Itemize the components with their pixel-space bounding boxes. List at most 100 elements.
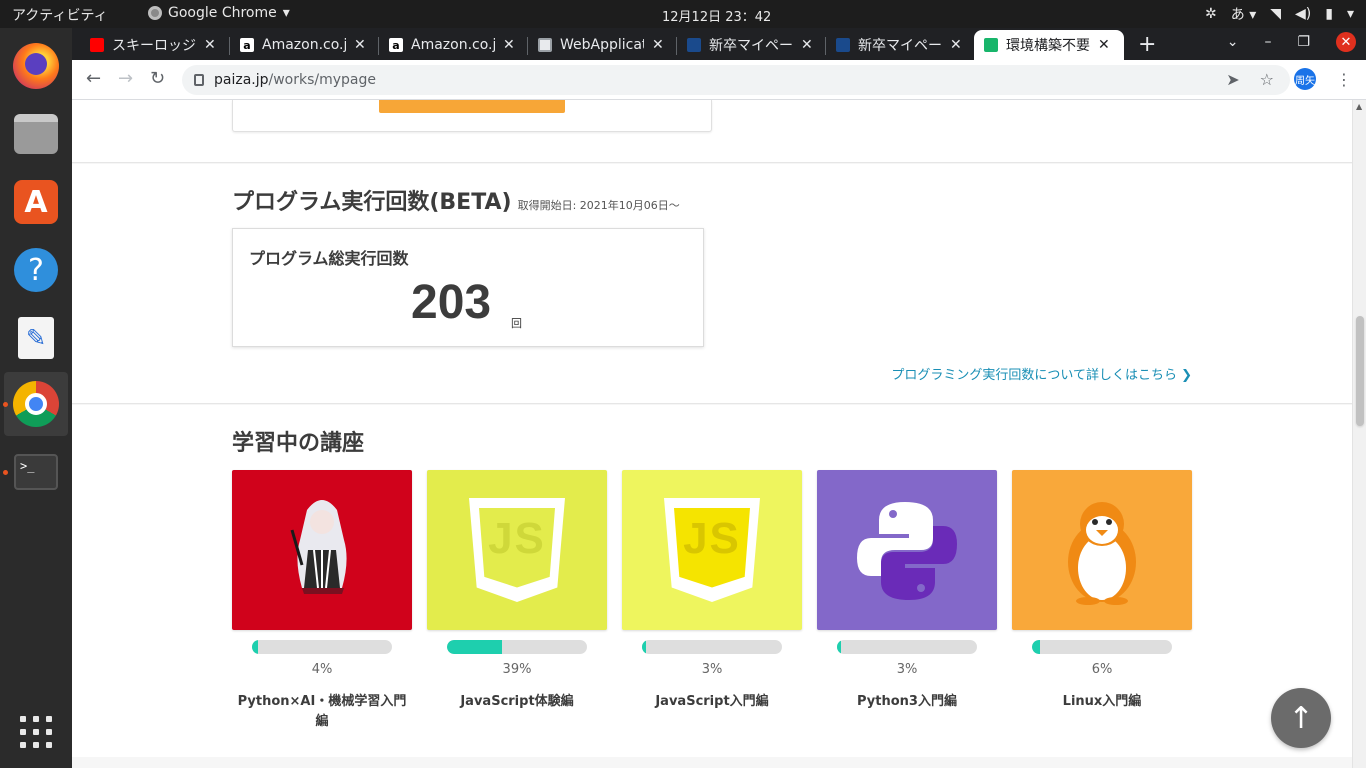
tab-strip: スキーロッジ ✕ a Amazon.co.jp ✕ a Amazon.co.jp…	[72, 28, 1366, 60]
close-tab-icon[interactable]: ✕	[204, 37, 216, 53]
chrome-icon	[148, 6, 162, 20]
app-menu-label: Google Chrome	[168, 5, 277, 21]
input-method[interactable]: あ ▾	[1231, 4, 1256, 24]
course-name[interactable]: Python3入門編	[817, 692, 997, 712]
battery-icon[interactable]: ▮	[1325, 6, 1333, 22]
send-icon[interactable]: ➤	[1226, 70, 1239, 89]
close-tab-icon[interactable]: ✕	[354, 37, 366, 53]
count-unit: 回	[511, 317, 522, 330]
menu-kebab-icon[interactable]: ⋮	[1336, 70, 1352, 89]
course-name[interactable]: JavaScript体験編	[427, 692, 607, 712]
course-name[interactable]: JavaScript入門編	[622, 692, 802, 712]
execution-count: 203	[411, 276, 492, 329]
scrollbar-thumb[interactable]	[1356, 316, 1364, 426]
profile-avatar[interactable]: 周矢	[1294, 68, 1316, 90]
close-tab-icon[interactable]: ✕	[801, 37, 813, 53]
arrow-up-icon: ↑	[1288, 700, 1314, 736]
lock-icon[interactable]	[194, 74, 204, 86]
tab[interactable]: WebApplication ✕	[528, 30, 664, 60]
tab-active[interactable]: 環境構築不要 ✕	[974, 30, 1124, 60]
image-icon	[538, 38, 552, 52]
course-name[interactable]: Linux入門編	[1012, 692, 1192, 712]
browser-toolbar: ← → ↻ paiza.jp/works/mypage ➤ ☆ 周矢 ⋮	[72, 60, 1366, 100]
progress-fill	[447, 640, 502, 654]
courses-section: 学習中の講座 4% Python×AI・機械学習入門編 JS 39% JavaS…	[72, 405, 1352, 757]
address-bar[interactable]: paiza.jp/works/mypage	[182, 65, 1290, 95]
system-tray: ✲ あ ▾ ◥ ◀) ▮ ▾	[1205, 4, 1354, 24]
course-thumbnail[interactable]	[817, 470, 997, 630]
course-thumbnail[interactable]: JS	[622, 470, 802, 630]
dock-files[interactable]	[4, 102, 68, 166]
course-card[interactable]: 6% Linux入門編	[1012, 470, 1192, 709]
page-content: プログラム実行回数(BETA) 取得開始日: 2021年10月06日〜 プログラム…	[72, 100, 1366, 768]
caret-down-icon: ▾	[282, 5, 290, 21]
tab[interactable]: a Amazon.co.jp ✕	[230, 30, 366, 60]
app-menu[interactable]: Google Chrome ▾	[148, 5, 290, 21]
course-card[interactable]: JS 3% JavaScript入門編	[622, 470, 802, 709]
activities-button[interactable]: アクティビティ	[12, 5, 108, 25]
help-icon: ?	[14, 248, 58, 292]
course-name[interactable]: Python×AI・機械学習入門編	[232, 692, 412, 732]
progress-percent: 6%	[1091, 662, 1113, 677]
tab[interactable]: a Amazon.co.jp ✕	[379, 30, 515, 60]
course-card[interactable]: 3% Python3入門編	[817, 470, 997, 709]
tab[interactable]: 新卒マイページ ✕	[677, 30, 813, 60]
link-text: プログラミング実行回数について詳しくはこちら	[891, 368, 1177, 383]
dock-chrome[interactable]	[4, 372, 68, 436]
page-scrollbar[interactable]: ▲	[1352, 100, 1366, 768]
course-thumbnail[interactable]	[232, 470, 412, 630]
minimize-icon[interactable]: –	[1264, 34, 1271, 50]
dock-help[interactable]: ?	[4, 238, 68, 302]
globe-icon	[687, 38, 701, 52]
course-thumbnail[interactable]	[1012, 470, 1192, 630]
dock-firefox[interactable]	[4, 34, 68, 98]
close-tab-icon[interactable]: ✕	[503, 37, 515, 53]
terminal-icon: >_	[14, 454, 58, 490]
back-icon[interactable]: ←	[86, 68, 101, 89]
progress-fill	[252, 640, 258, 654]
previous-section	[72, 100, 1352, 163]
forward-icon[interactable]: →	[118, 68, 133, 89]
bookmark-star-icon[interactable]: ☆	[1260, 70, 1274, 89]
tab-title: 新卒マイページ	[858, 38, 942, 54]
course-card[interactable]: 4% Python×AI・機械学習入門編	[232, 470, 412, 729]
tab[interactable]: 新卒マイページ ✕	[826, 30, 962, 60]
section-title: 学習中の講座	[232, 431, 365, 456]
restore-icon[interactable]: ❐	[1297, 34, 1310, 50]
course-card[interactable]: JS 39% JavaScript体験編	[427, 470, 607, 709]
tab-title: 新卒マイページ	[709, 38, 793, 54]
python-icon	[857, 502, 957, 600]
close-tab-icon[interactable]: ✕	[652, 37, 664, 53]
show-applications-icon[interactable]	[20, 716, 52, 748]
firefox-icon	[13, 43, 59, 89]
orange-action-button[interactable]	[379, 100, 565, 113]
close-window-icon[interactable]: ✕	[1336, 32, 1356, 52]
software-store-icon: A	[14, 180, 58, 224]
accessibility-icon[interactable]: ✲	[1205, 6, 1217, 22]
course-thumbnail[interactable]: JS	[427, 470, 607, 630]
scroll-up-arrow-icon[interactable]: ▲	[1356, 102, 1362, 111]
url-host: paiza.jp	[214, 72, 269, 88]
wifi-icon[interactable]: ◥	[1270, 6, 1281, 22]
progress-percent: 3%	[896, 662, 918, 677]
system-menu-caret-icon[interactable]: ▾	[1347, 6, 1354, 22]
reload-icon[interactable]: ↻	[150, 68, 165, 89]
amazon-icon: a	[240, 38, 254, 52]
dock-terminal[interactable]: >_	[4, 440, 68, 504]
input-method-label: あ	[1230, 7, 1245, 23]
tab-search-icon[interactable]: ⌄	[1227, 34, 1239, 50]
new-tab-button[interactable]: +	[1138, 32, 1156, 57]
chevron-right-icon: ❯	[1181, 368, 1192, 383]
clock[interactable]: 12月12日 23：42	[662, 6, 771, 25]
volume-icon[interactable]: ◀)	[1295, 6, 1311, 22]
running-indicator	[3, 470, 8, 475]
progress-fill	[837, 640, 842, 654]
execution-details-link[interactable]: プログラミング実行回数について詳しくはこちら ❯	[891, 364, 1192, 383]
tab[interactable]: スキーロッジ ✕	[80, 30, 216, 60]
dock-software[interactable]: A	[4, 170, 68, 234]
progress-bar	[837, 640, 977, 654]
dock-text-editor[interactable]: ✎	[4, 306, 68, 370]
close-tab-icon[interactable]: ✕	[950, 37, 962, 53]
scroll-to-top-button[interactable]: ↑	[1271, 688, 1331, 748]
close-tab-icon[interactable]: ✕	[1098, 37, 1110, 53]
